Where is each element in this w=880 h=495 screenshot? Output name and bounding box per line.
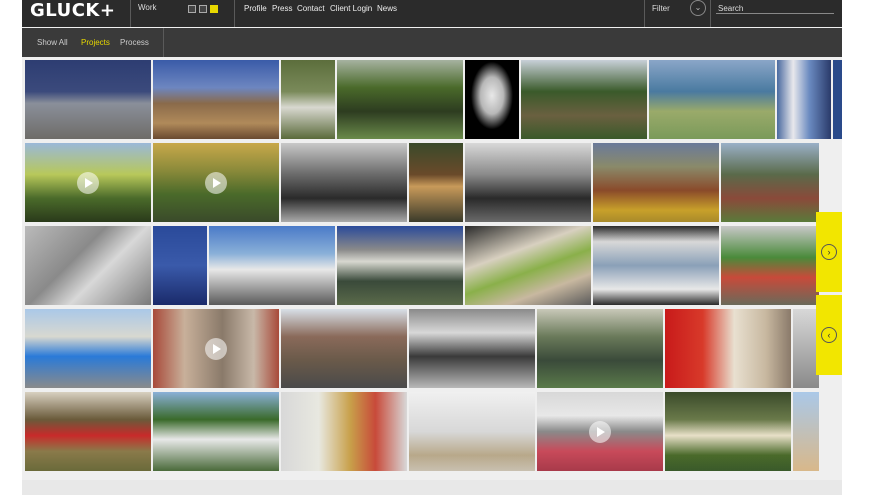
project-thumbnail[interactable] bbox=[153, 143, 279, 222]
subnav-show-all[interactable]: Show All bbox=[37, 38, 68, 47]
project-thumbnail[interactable] bbox=[153, 309, 279, 388]
play-icon[interactable] bbox=[77, 171, 99, 194]
play-icon[interactable] bbox=[205, 171, 227, 194]
project-thumbnail[interactable] bbox=[25, 309, 151, 388]
subnav-process[interactable]: Process bbox=[120, 38, 149, 47]
project-thumbnail[interactable] bbox=[281, 60, 335, 139]
project-thumbnail[interactable] bbox=[409, 392, 535, 471]
project-thumbnail[interactable] bbox=[25, 226, 151, 305]
project-thumbnail[interactable] bbox=[281, 392, 407, 471]
nav-link-contact[interactable]: Contact bbox=[297, 4, 325, 13]
search-input[interactable] bbox=[716, 3, 834, 14]
project-thumbnail[interactable] bbox=[521, 60, 647, 139]
sub-navigation-bar: Show All Projects Process bbox=[22, 28, 842, 57]
project-thumbnail[interactable] bbox=[465, 143, 591, 222]
nav-link-profile[interactable]: Profile bbox=[244, 4, 267, 13]
project-thumbnail[interactable] bbox=[649, 60, 775, 139]
grid-small-view-icon[interactable] bbox=[210, 5, 218, 13]
project-thumbnail[interactable] bbox=[465, 60, 519, 139]
nav-link-press[interactable]: Press bbox=[272, 4, 292, 13]
work-menu[interactable]: Work bbox=[138, 3, 157, 12]
project-thumbnail[interactable] bbox=[777, 60, 831, 139]
divider bbox=[130, 0, 131, 27]
chevron-left-icon[interactable]: ‹ bbox=[821, 327, 837, 343]
project-thumbnail[interactable] bbox=[537, 309, 663, 388]
project-thumbnail[interactable] bbox=[833, 60, 842, 139]
list-view-icon[interactable] bbox=[199, 5, 207, 13]
filter-label[interactable]: Filter bbox=[652, 4, 670, 13]
project-thumbnail[interactable] bbox=[153, 226, 207, 305]
project-thumbnail[interactable] bbox=[721, 143, 819, 222]
project-thumbnail[interactable] bbox=[25, 143, 151, 222]
logo[interactable]: GLUCK+ bbox=[30, 0, 115, 21]
project-thumbnail[interactable] bbox=[281, 143, 407, 222]
project-thumbnail[interactable] bbox=[665, 392, 791, 471]
project-thumbnail[interactable] bbox=[593, 143, 719, 222]
subnav-projects[interactable]: Projects bbox=[81, 38, 110, 47]
project-thumbnail[interactable] bbox=[409, 309, 535, 388]
project-thumbnail[interactable] bbox=[281, 309, 407, 388]
project-thumbnail[interactable] bbox=[25, 392, 151, 471]
side-tab-prev[interactable]: ‹ bbox=[816, 295, 842, 375]
divider bbox=[710, 0, 711, 27]
top-navigation-bar: GLUCK+ Work Profile Press Contact Client… bbox=[22, 0, 842, 27]
project-thumbnail[interactable] bbox=[209, 226, 335, 305]
project-thumbnail[interactable] bbox=[153, 392, 279, 471]
footer-strip bbox=[22, 480, 842, 495]
project-thumbnail[interactable] bbox=[153, 60, 279, 139]
project-thumbnail[interactable] bbox=[337, 226, 463, 305]
side-tab-next[interactable]: › bbox=[816, 212, 842, 292]
chevron-right-icon[interactable]: › bbox=[821, 244, 837, 260]
project-thumbnail[interactable] bbox=[793, 392, 819, 471]
nav-link-news[interactable]: News bbox=[377, 4, 397, 13]
nav-link-client-login[interactable]: Client Login bbox=[330, 4, 372, 13]
grid-large-view-icon[interactable] bbox=[188, 5, 196, 13]
project-thumbnail[interactable] bbox=[593, 226, 719, 305]
divider bbox=[163, 28, 164, 57]
project-thumbnail[interactable] bbox=[25, 60, 151, 139]
project-thumbnail[interactable] bbox=[337, 60, 463, 139]
divider bbox=[234, 0, 235, 27]
chevron-down-icon[interactable]: ⌄ bbox=[690, 0, 706, 16]
project-thumbnail[interactable] bbox=[721, 226, 819, 305]
project-thumbnail[interactable] bbox=[665, 309, 791, 388]
project-thumbnail-grid bbox=[25, 60, 842, 480]
project-thumbnail[interactable] bbox=[409, 143, 463, 222]
view-toggle bbox=[188, 5, 218, 13]
play-icon[interactable] bbox=[589, 420, 611, 443]
divider bbox=[644, 0, 645, 27]
page-frame: GLUCK+ Work Profile Press Contact Client… bbox=[22, 0, 842, 495]
project-thumbnail[interactable] bbox=[465, 226, 591, 305]
play-icon[interactable] bbox=[205, 337, 227, 360]
project-thumbnail[interactable] bbox=[537, 392, 663, 471]
